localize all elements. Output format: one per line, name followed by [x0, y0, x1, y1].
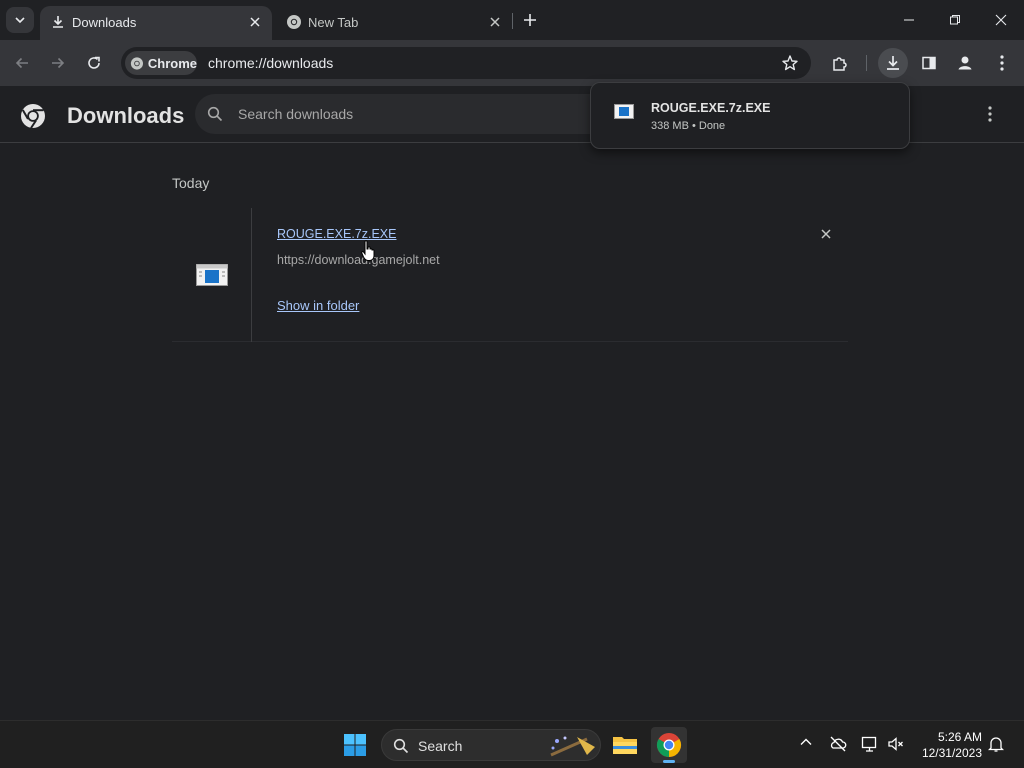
download-icon [887, 56, 899, 70]
chevron-up-icon[interactable] [799, 735, 813, 749]
profile-button[interactable] [950, 48, 980, 78]
restore-button[interactable] [932, 0, 978, 40]
chevron-down-icon [15, 17, 25, 24]
close-tab-icon[interactable] [486, 13, 504, 31]
search-icon [207, 106, 223, 122]
file-exe-icon [614, 104, 634, 119]
close-tab-icon[interactable] [246, 13, 264, 31]
bubble-status: 338 MB • Done [651, 120, 726, 132]
downloads-toolbar-button[interactable] [878, 48, 908, 78]
restore-icon [950, 15, 960, 25]
folder-icon [613, 737, 637, 754]
show-in-folder-link[interactable]: Show in folder [277, 298, 359, 313]
reload-button[interactable] [81, 50, 107, 76]
chrome-icon [130, 56, 144, 70]
site-info-chip[interactable]: Chrome [125, 51, 197, 75]
tab-label: New Tab [308, 15, 359, 30]
network-icon[interactable] [861, 736, 879, 752]
back-button[interactable] [9, 50, 35, 76]
close-icon [995, 14, 1007, 26]
side-panel-button[interactable] [914, 48, 944, 78]
search-highlight-icon [550, 736, 595, 757]
arrow-left-icon [15, 57, 28, 69]
taskbar-file-explorer[interactable] [607, 727, 643, 763]
url-text[interactable]: chrome://downloads [208, 55, 333, 71]
taskbar-chrome[interactable] [651, 727, 687, 763]
chrome-icon [287, 15, 301, 29]
extensions-button[interactable] [825, 48, 855, 78]
side-panel-icon [922, 56, 936, 70]
active-app-indicator [663, 760, 675, 763]
more-vert-icon[interactable] [980, 104, 1000, 124]
page-title: Downloads [67, 103, 185, 128]
chrome-menu-button[interactable] [987, 48, 1017, 78]
tab-search-button[interactable] [6, 7, 34, 33]
taskbar-search[interactable]: Search [381, 729, 601, 761]
downloads-list: Today ROUGE.EXE.7z.EXE https://download.… [0, 144, 1024, 720]
taskbar-clock[interactable]: 5:26 AM 12/31/2023 [910, 729, 982, 761]
remove-icon[interactable] [817, 225, 835, 243]
tab-label: Downloads [72, 15, 137, 30]
tab-new-tab[interactable]: New Tab [276, 6, 512, 40]
star-bookmark-icon[interactable] [781, 54, 799, 72]
tab-strip: Downloads New Tab [0, 0, 1024, 40]
clock-time: 5:26 AM [937, 730, 982, 744]
new-tab-plus-icon[interactable] [519, 9, 541, 31]
file-exe-icon [196, 264, 228, 286]
download-icon [53, 16, 63, 28]
forward-button[interactable] [45, 50, 71, 76]
arrow-right-icon [52, 57, 65, 69]
omnibox[interactable]: Chrome chrome://downloads [121, 47, 811, 79]
chrome-logo-icon [21, 104, 45, 129]
site-chip-label: Chrome [147, 55, 197, 71]
download-bubble: ROUGE.EXE.7z.EXE 338 MB • Done [590, 82, 910, 149]
hand-cursor-icon [361, 240, 375, 261]
tab-downloads[interactable]: Downloads [40, 6, 272, 40]
file-icon-column [172, 208, 252, 342]
onedrive-offline-icon[interactable] [829, 736, 847, 752]
chrome-icon [656, 733, 682, 757]
download-item: ROUGE.EXE.7z.EXE https://download.gamejo… [172, 208, 848, 342]
clock-date: 12/31/2023 [921, 746, 982, 760]
taskbar-search-label: Search [418, 738, 463, 754]
puzzle-icon [833, 57, 847, 71]
windows-start-icon[interactable] [343, 733, 367, 757]
profile-icon [958, 56, 972, 70]
date-section-heading: Today [172, 175, 210, 191]
minimize-icon [904, 19, 914, 21]
file-name-link[interactable]: ROUGE.EXE.7z.EXE [277, 227, 396, 241]
search-icon [393, 738, 409, 754]
volume-muted-icon[interactable] [887, 736, 905, 752]
windows-taskbar: Search 5:26 AM 12/31/2023 [0, 720, 1024, 768]
bubble-file-name[interactable]: ROUGE.EXE.7z.EXE [651, 101, 770, 115]
search-input[interactable] [238, 104, 598, 124]
downloads-search[interactable] [195, 94, 615, 134]
minimize-button[interactable] [886, 0, 932, 40]
notification-bell-icon[interactable] [988, 735, 1004, 753]
close-window-button[interactable] [978, 0, 1024, 40]
reload-icon [88, 56, 100, 69]
toolbar-divider [866, 55, 867, 71]
tab-divider [512, 13, 513, 29]
source-url[interactable]: https://download.gamejolt.net [277, 253, 440, 267]
more-vert-icon [1000, 55, 1004, 71]
